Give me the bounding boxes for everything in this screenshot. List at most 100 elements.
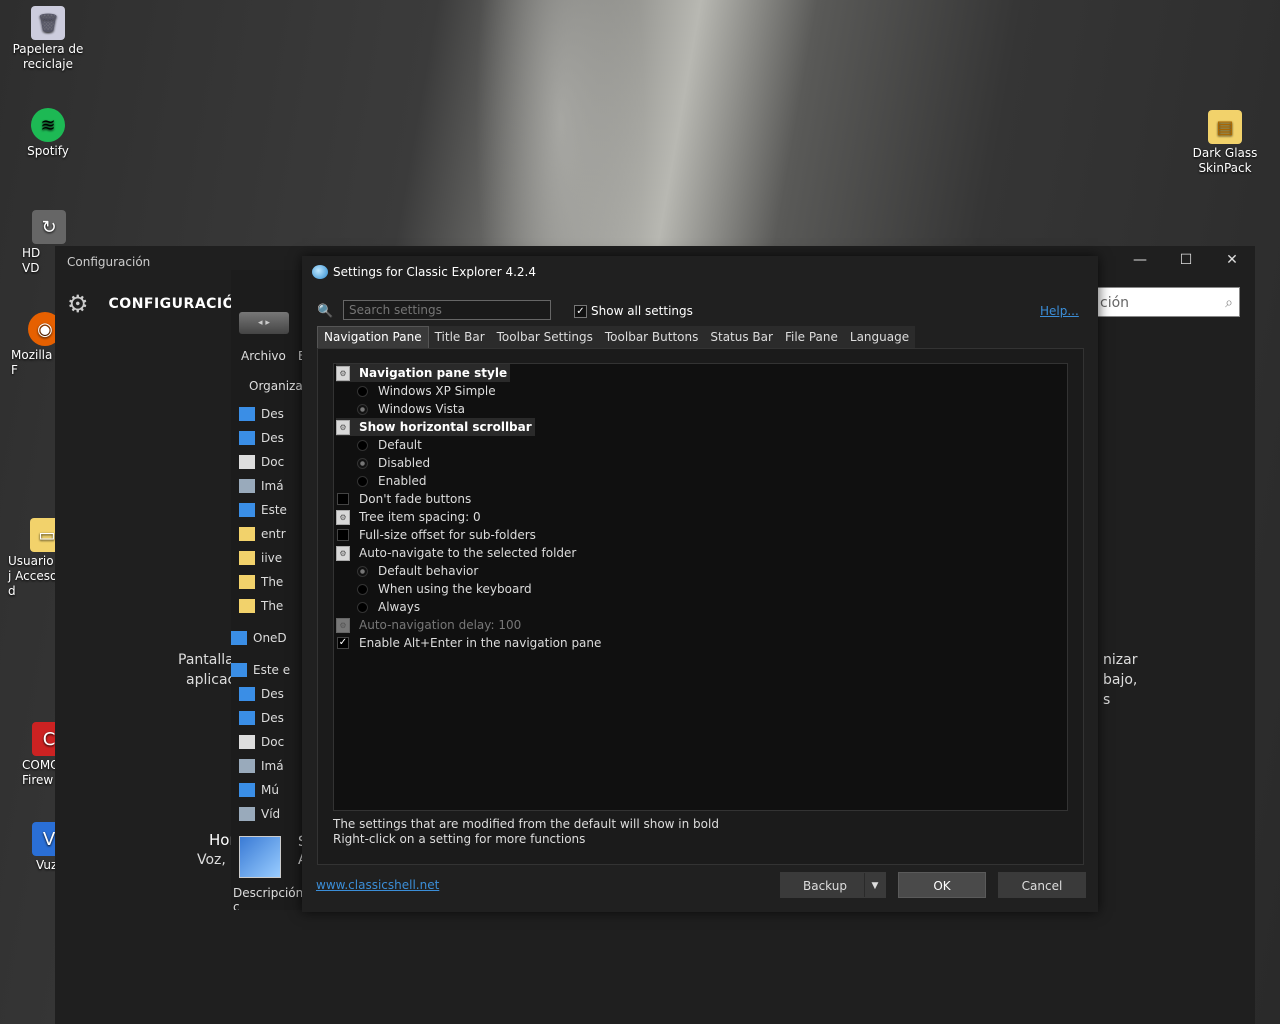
tree-item[interactable]: OneD	[231, 631, 287, 645]
organizar-button[interactable]: Organizar	[249, 379, 306, 393]
desktop-icon-dark-glass-skinpack[interactable]: ▤ Dark Glass SkinPack	[1185, 110, 1265, 176]
tree-item-label: Doc	[261, 735, 285, 749]
desktop-icon-firefox[interactable]: ◉ Mozilla F	[2, 312, 62, 378]
tree-item[interactable]: Des	[239, 407, 284, 421]
setting-row[interactable]: Default	[355, 436, 422, 454]
help-link[interactable]: Help...	[1040, 304, 1079, 318]
setting-row[interactable]: ✓ Enable Alt+Enter in the navigation pane	[336, 634, 601, 652]
tree-item[interactable]: Este e	[231, 663, 291, 677]
setting-label: Disabled	[378, 456, 431, 470]
folder-icon	[239, 503, 255, 517]
folder-icon	[239, 599, 255, 613]
navigation-pane-panel: ⚙ Navigation pane style Windows XP Simple W…	[317, 348, 1084, 865]
setting-row[interactable]: Full-size offset for sub-folders	[336, 526, 536, 544]
setting-row[interactable]: Always	[355, 598, 420, 616]
tree-item[interactable]: iive	[239, 551, 282, 565]
spotify-icon: ≋	[31, 108, 65, 142]
settings-search-input[interactable]: ción ⌕	[1095, 287, 1240, 317]
checkbox-checked-icon: ✓	[337, 637, 349, 649]
cancel-button[interactable]: Cancel	[998, 872, 1086, 898]
back-forward-buttons[interactable]: ◂ ▸	[239, 312, 289, 334]
tree-item[interactable]: The	[239, 575, 283, 589]
menu-archivo[interactable]: Archivo	[241, 349, 286, 363]
tab-file-pane[interactable]: File Pane	[779, 326, 844, 348]
show-all-settings-checkbox[interactable]: ✓ Show all settings	[574, 304, 693, 318]
tree-item-label: Este	[261, 503, 287, 517]
tree-item[interactable]: Doc	[239, 455, 285, 469]
tree-item-label: Doc	[261, 455, 285, 469]
setting-label: Default behavior	[378, 564, 479, 578]
category-pantalla-text[interactable]: Pantalla, aplicac	[178, 650, 238, 690]
dropdown-arrow-icon[interactable]: ▼	[864, 873, 885, 897]
checkbox-icon	[337, 529, 349, 541]
minimize-button[interactable]: —	[1125, 252, 1155, 272]
setting-group-icon: ⚙	[336, 509, 350, 525]
tree-item[interactable]: Imá	[239, 479, 284, 493]
radio-selected-icon	[356, 457, 368, 469]
classicshell-website-link[interactable]: www.classicshell.net	[316, 878, 439, 892]
close-button[interactable]: ✕	[1217, 252, 1247, 272]
tree-item-label: Víd	[261, 807, 281, 821]
setting-row[interactable]: Disabled	[355, 454, 430, 472]
tree-item[interactable]: Doc	[239, 735, 285, 749]
tree-item[interactable]: Des	[239, 431, 284, 445]
setting-row[interactable]: Windows Vista	[355, 400, 465, 418]
setting-row[interactable]: Default behavior	[355, 562, 478, 580]
tab-status-bar[interactable]: Status Bar	[704, 326, 779, 348]
desktop-icon-usuario[interactable]: ▭ Usuario j Acceso d	[2, 518, 64, 599]
desktop-icon-recycle-bin[interactable]: 🗑 Papelera de reciclaje	[8, 6, 88, 72]
search-settings-input[interactable]	[343, 300, 551, 320]
tree-item[interactable]: Imá	[239, 759, 284, 773]
setting-row[interactable]: Windows XP Simple	[355, 382, 496, 400]
desktop-icon-comodo[interactable]: C COMO Firew	[2, 722, 66, 788]
setting-row[interactable]: ⚙ Show horizontal scrollbar	[336, 418, 535, 436]
tab-toolbar-settings[interactable]: Toolbar Settings	[491, 326, 599, 348]
search-icon: 🔍	[317, 304, 334, 319]
folder-icon	[231, 631, 247, 645]
radio-icon	[356, 583, 368, 595]
tree-item[interactable]: Mú	[239, 783, 279, 797]
tree-item[interactable]: The	[239, 599, 283, 613]
checkbox-checked-icon: ✓	[574, 304, 587, 318]
setting-label: Auto-navigation delay: 100	[359, 618, 522, 632]
setting-label: Always	[378, 600, 421, 614]
tree-item-label: Imá	[261, 479, 284, 493]
tab-title-bar[interactable]: Title Bar	[429, 326, 491, 348]
settings-heading: CONFIGURACIÓN	[108, 296, 248, 312]
desktop-icon-vuze[interactable]: V Vuz	[2, 822, 66, 873]
tree-item[interactable]: Víd	[239, 807, 281, 821]
setting-label: Default	[378, 438, 422, 452]
setting-label: Full-size offset for sub-folders	[359, 528, 536, 542]
tree-item-label: Este e	[253, 663, 291, 677]
tree-item[interactable]: Des	[239, 687, 284, 701]
setting-row[interactable]: When using the keyboard	[355, 580, 532, 598]
setting-row[interactable]: ⚙ Navigation pane style	[336, 364, 511, 382]
desktop-icon-spotify[interactable]: ≋ Spotify	[8, 108, 88, 159]
tree-item[interactable]: entr	[239, 527, 286, 541]
setting-row[interactable]: ⚙ Auto-navigation delay: 100	[336, 616, 521, 634]
tab-navigation-pane[interactable]: Navigation Pane	[317, 326, 429, 348]
setting-label: When using the keyboard	[378, 582, 532, 596]
setting-row[interactable]: Enabled	[355, 472, 427, 490]
tab-language[interactable]: Language	[844, 326, 915, 348]
dialog-title: Settings for Classic Explorer 4.2.4	[333, 265, 536, 279]
tree-item-label: Imá	[261, 759, 284, 773]
maximize-button[interactable]: ☐	[1171, 252, 1201, 272]
tree-item[interactable]: Des	[239, 711, 284, 725]
backup-button[interactable]: Backup ▼	[780, 872, 886, 898]
category-right-text[interactable]: nizar bajo, s	[1103, 650, 1137, 710]
ok-button[interactable]: OK	[898, 872, 986, 898]
tree-item-label: Mú	[261, 783, 279, 797]
tree-item[interactable]: Este	[239, 503, 287, 517]
tab-toolbar-buttons[interactable]: Toolbar Buttons	[599, 326, 704, 348]
gear-icon: ⚙	[67, 290, 89, 318]
setting-label: Enabled	[378, 474, 427, 488]
radio-icon	[356, 385, 368, 397]
setting-group-icon: ⚙	[336, 617, 350, 633]
folder-icon	[239, 527, 255, 541]
setting-row[interactable]: Don't fade buttons	[336, 490, 471, 508]
setting-label: Tree item spacing: 0	[359, 510, 481, 524]
setting-row[interactable]: ⚙ Tree item spacing: 0	[336, 508, 481, 526]
desktop-icon-hd-vd[interactable]: ↻ HD VD	[8, 210, 66, 276]
setting-row[interactable]: ⚙ Auto-navigate to the selected folder	[336, 544, 576, 562]
